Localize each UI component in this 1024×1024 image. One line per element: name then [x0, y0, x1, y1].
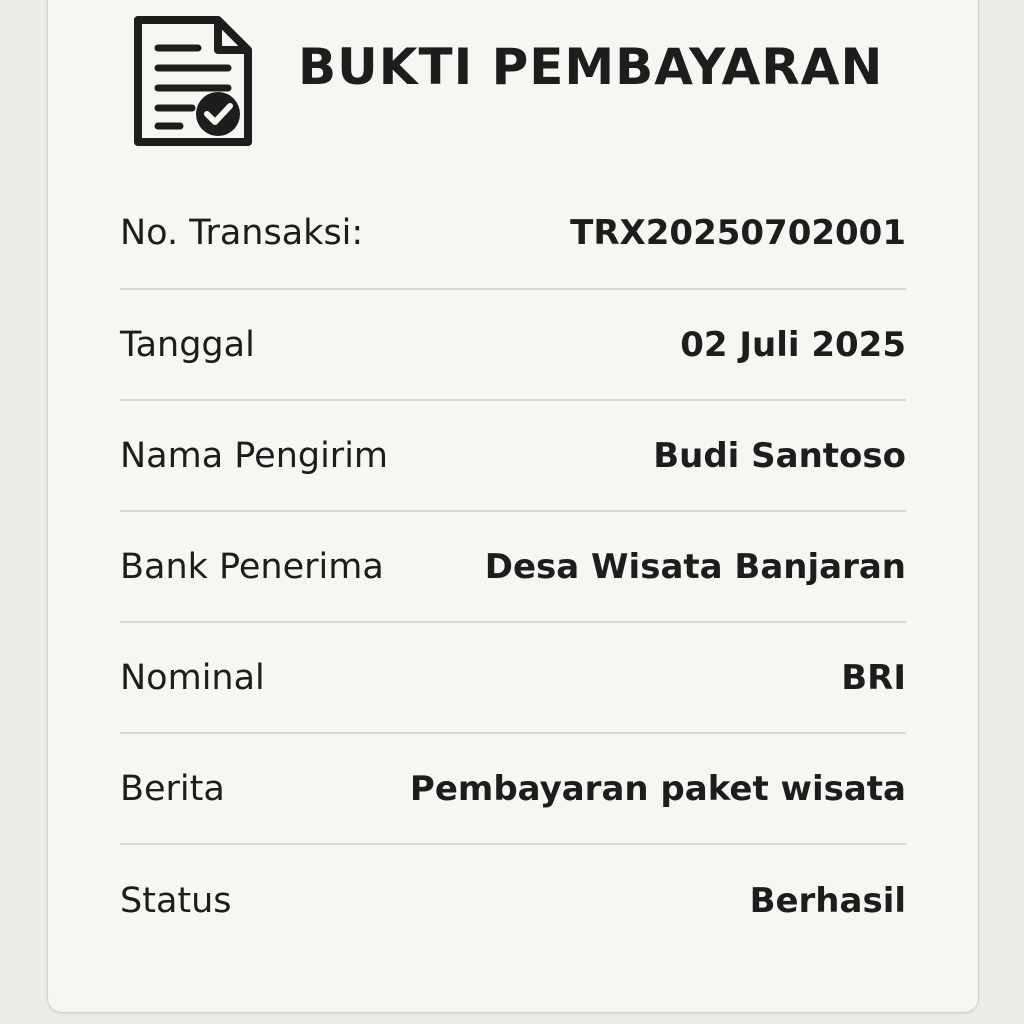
row-amount: Nominal BRI — [120, 623, 906, 734]
document-check-icon — [134, 16, 252, 146]
receipt-details: No. Transaksi: TRX20250702001 Tanggal 02… — [120, 178, 906, 956]
row-message: Berita Pembayaran paket wisata — [120, 734, 906, 845]
row-sender-name: Nama Pengirim Budi Santoso — [120, 401, 906, 512]
sender-name-label: Nama Pengirim — [120, 435, 389, 476]
amount-label: Nominal — [120, 657, 265, 698]
message-label: Berita — [120, 768, 225, 809]
row-status: Status Berhasil — [120, 845, 906, 956]
recipient-bank-value: Desa Wisata Banjaran — [484, 546, 906, 587]
recipient-bank-label: Bank Penerima — [120, 546, 384, 587]
amount-value: BRI — [841, 657, 906, 698]
date-value: 02 Juli 2025 — [680, 324, 906, 365]
receipt-title: BUKTI PEMBAYARAN — [298, 38, 884, 96]
status-label: Status — [120, 880, 232, 921]
sender-name-value: Budi Santoso — [653, 435, 906, 476]
transaction-number-label: No. Transaksi: — [120, 213, 364, 253]
transaction-number-value: TRX20250702001 — [570, 213, 906, 253]
row-transaction-number: No. Transaksi: TRX20250702001 — [120, 178, 906, 290]
message-value: Pembayaran paket wisata — [409, 768, 906, 809]
receipt-header: BUKTI PEMBAYARAN — [0, 0, 1024, 160]
date-label: Tanggal — [120, 324, 255, 365]
row-recipient-bank: Bank Penerima Desa Wisata Banjaran — [120, 512, 906, 623]
row-date: Tanggal 02 Juli 2025 — [120, 290, 906, 401]
status-value: Berhasil — [749, 880, 906, 921]
